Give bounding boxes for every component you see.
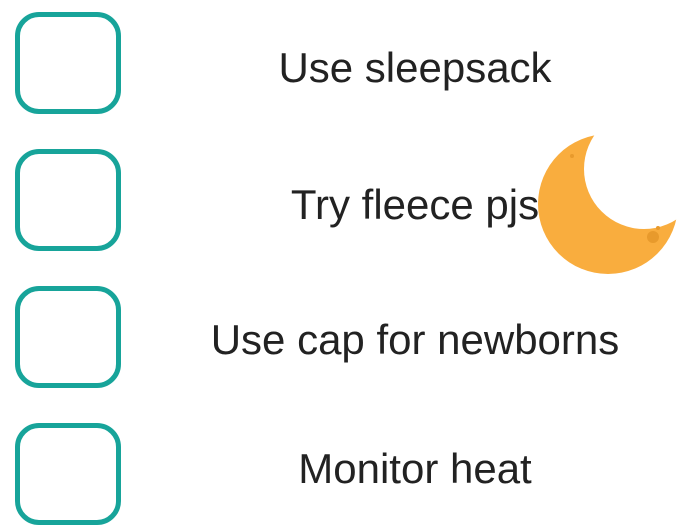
crescent-moon-icon bbox=[538, 134, 678, 274]
checkbox-try-fleece-pjs[interactable] bbox=[15, 149, 121, 251]
moon-crater-small bbox=[656, 226, 660, 230]
checkbox-use-cap-for-newborns[interactable] bbox=[15, 286, 121, 388]
checkbox-use-sleepsack[interactable] bbox=[15, 12, 121, 114]
moon-crater-tiny bbox=[570, 154, 574, 158]
checklist-page: { "checklist": { "items": [ {"label": "U… bbox=[0, 0, 690, 525]
item-label-monitor-heat: Monitor heat bbox=[298, 445, 532, 492]
moon-crater-large bbox=[647, 231, 659, 243]
item-label-use-cap-for-newborns: Use cap for newborns bbox=[210, 316, 620, 363]
item-label-use-sleepsack: Use sleepsack bbox=[278, 44, 552, 91]
checkbox-monitor-heat[interactable] bbox=[15, 423, 121, 525]
moon-body bbox=[538, 134, 678, 274]
